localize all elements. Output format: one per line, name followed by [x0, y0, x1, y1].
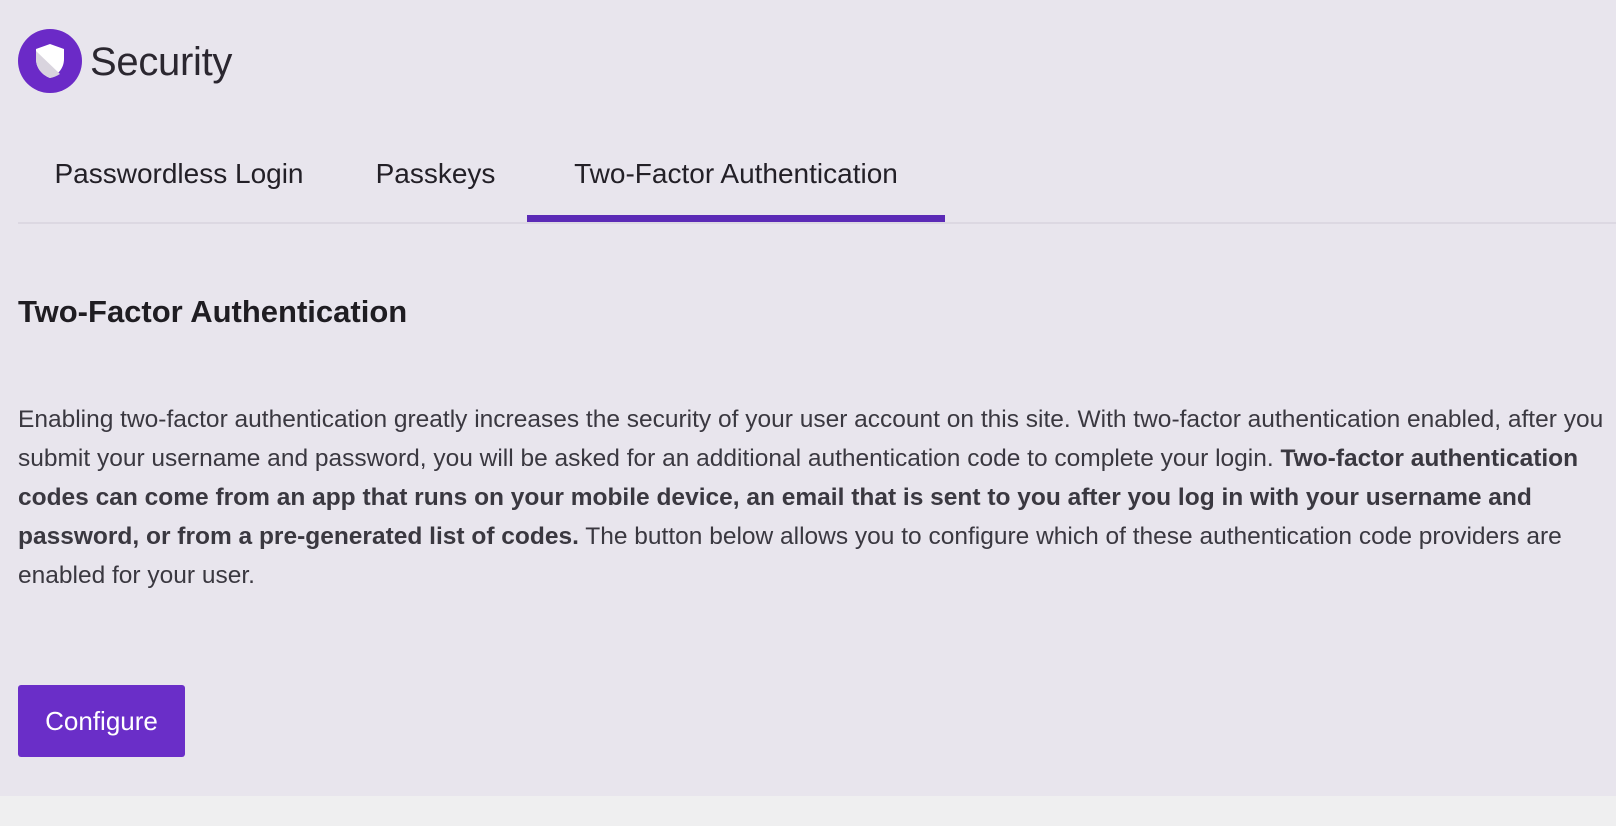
tab-passwordless-login[interactable]: Passwordless Login	[18, 148, 340, 220]
tab-passkeys[interactable]: Passkeys	[340, 148, 531, 220]
page-title: Security	[90, 40, 233, 84]
section-title: Two-Factor Authentication	[18, 294, 408, 329]
tab-two-factor-authentication[interactable]: Two-Factor Authentication	[527, 148, 945, 222]
description: Enabling two-factor authentication great…	[18, 400, 1616, 595]
page-header: Security	[18, 29, 232, 93]
configure-button[interactable]: Configure	[18, 685, 185, 757]
security-panel: Security Passwordless Login Passkeys Two…	[0, 0, 1616, 796]
tab-bar: Passwordless Login Passkeys Two-Factor A…	[18, 148, 1616, 224]
shield-icon	[18, 29, 82, 93]
